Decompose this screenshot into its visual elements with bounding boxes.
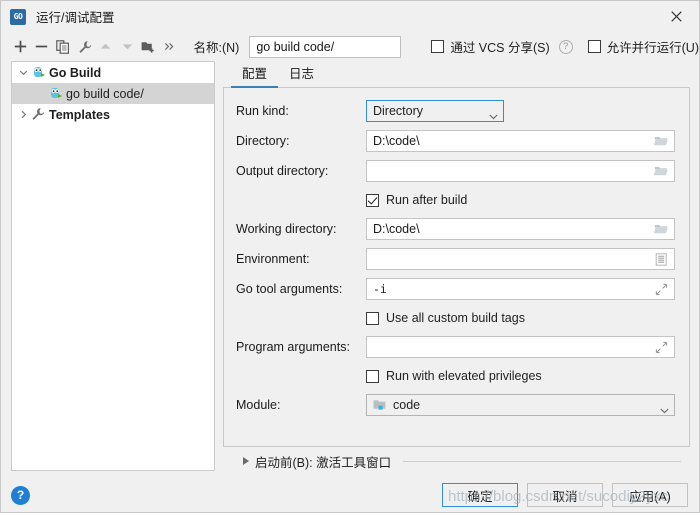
tree-item-templates[interactable]: Templates [12,104,214,125]
question-mark-icon[interactable]: ? [558,39,573,54]
expand-editor-icon[interactable] [653,339,670,355]
before-launch-section[interactable]: 启动前(B): 激活工具窗口 [223,447,690,475]
directory-row: Directory: D:\code\ [236,130,675,152]
title-bar: GO 运行/调试配置 [1,1,699,32]
tree-item-go-build-code[interactable]: go build code/ [12,83,214,104]
run-kind-combo[interactable]: Directory [366,100,504,122]
run-after-build-checkbox[interactable]: Run after build [366,190,675,210]
environment-label: Environment: [236,252,310,266]
working-directory-row: Working directory: D:\code\ [236,218,675,240]
configurations-tree[interactable]: Go Build go build code/ Templates [11,61,215,471]
tab-configuration[interactable]: 配置 [231,63,279,88]
go-tool-arguments-label: Go tool arguments: [236,282,343,296]
directory-input[interactable]: D:\code\ [366,130,675,152]
tree-item-go-build[interactable]: Go Build [12,62,214,83]
allow-parallel-run-label: 允许并行运行(U) [606,41,699,55]
environment-input[interactable] [366,248,675,270]
share-through-vcs-label: 通过 VCS 分享(S) [450,41,550,55]
go-tool-arguments-value: -i [373,282,387,296]
run-elevated-label: Run with elevated privileges [386,369,542,383]
tree-item-go-build-label: Go Build [49,65,102,80]
before-launch-divider [403,460,681,462]
program-arguments-input[interactable] [366,336,675,358]
output-directory-row: Output directory: [236,160,675,182]
chevron-down-icon [660,403,669,414]
help-icon[interactable]: ? [11,485,30,505]
plus-icon[interactable] [11,35,30,59]
program-arguments-label: Program arguments: [236,340,350,354]
triangle-right-icon[interactable] [243,457,249,465]
gopher-icon [48,86,63,101]
wrench-icon [31,107,46,122]
run-elevated-checkbox[interactable]: Run with elevated privileges [366,366,675,386]
tab-logs[interactable]: 日志 [278,63,325,87]
run-elevated-checkbox-box[interactable] [366,369,379,383]
folder-browse-icon[interactable] [653,163,670,179]
configuration-form: Run kind: Directory Directory: D:\code\ … [223,88,690,447]
module-value: code [393,398,421,412]
run-kind-value: Directory [373,104,424,118]
module-folder-icon [373,399,387,411]
ok-button[interactable]: 确定 [442,483,518,507]
configuration-name-input[interactable] [249,35,402,58]
use-custom-build-tags-label: Use all custom build tags [386,311,525,325]
allow-parallel-run-checkbox-box[interactable] [587,40,601,53]
run-after-build-label: Run after build [386,193,468,207]
module-combo[interactable]: code [366,394,675,416]
module-label: Module: [236,398,281,412]
configuration-name-label: 名称:(N) [193,41,240,55]
chevron-double-right-icon[interactable] [160,35,179,59]
directory-label: Directory: [236,134,290,148]
tree-item-templates-label: Templates [49,107,110,122]
folder-browse-icon[interactable] [653,133,670,149]
tree-item-go-build-code-label: go build code/ [66,86,144,101]
chevron-right-icon[interactable] [16,107,31,122]
dialog-footer: ? 确定 取消 应用(A) [1,475,699,515]
directory-value: D:\code\ [373,134,420,148]
arrow-up-icon[interactable] [96,35,115,59]
output-directory-input[interactable] [366,160,675,182]
run-kind-label: Run kind: [236,104,289,118]
chevron-down-icon [489,109,498,120]
wrench-icon[interactable] [75,35,94,59]
close-icon[interactable] [653,1,699,32]
apply-button[interactable]: 应用(A) [612,483,688,507]
use-custom-build-tags-checkbox-box[interactable] [366,311,379,325]
working-directory-label: Working directory: [236,222,337,236]
dialog-buttons: 确定 取消 应用(A) [442,483,688,507]
working-directory-input[interactable]: D:\code\ [366,218,675,240]
program-arguments-row: Program arguments: [236,336,675,358]
minus-icon[interactable] [32,35,51,59]
run-after-build-checkbox-box[interactable] [366,193,379,207]
arrow-down-icon[interactable] [118,35,137,59]
dialog-body: Go Build go build code/ Templates 配置 日志 … [1,61,699,475]
copy-icon[interactable] [54,35,73,59]
folder-add-icon[interactable] [139,35,158,59]
go-tool-arguments-row: Go tool arguments: -i [236,278,675,300]
list-editor-icon[interactable] [653,251,670,267]
module-row: Module: code [236,394,675,416]
gopher-icon [31,65,46,80]
window-title: 运行/调试配置 [36,11,115,25]
go-tool-arguments-input[interactable]: -i [366,278,675,300]
editor-tabs: 配置 日志 [223,61,690,88]
expand-editor-icon[interactable] [653,281,670,297]
run-debug-configurations-dialog: GO 运行/调试配置 名称:(N) go build code/ 通过 VCS … [0,0,700,513]
cancel-button[interactable]: 取消 [527,483,603,507]
share-through-vcs-checkbox-box[interactable] [431,40,445,53]
environment-row: Environment: [236,248,675,270]
configurations-toolbar: 名称:(N) 通过 VCS 分享(S) ? 允许并行运行(U) [1,32,699,61]
working-directory-value: D:\code\ [373,222,420,236]
share-through-vcs-checkbox[interactable]: 通过 VCS 分享(S) [431,37,550,56]
chevron-down-icon[interactable] [16,65,31,80]
configuration-editor: 配置 日志 Run kind: Directory Directory: D:\… [223,61,690,475]
run-kind-row: Run kind: Directory [236,100,675,122]
go-icon: GO [10,8,26,25]
use-custom-build-tags-checkbox[interactable]: Use all custom build tags [366,308,675,328]
before-launch-label: 启动前(B): 激活工具窗口 [255,455,392,470]
allow-parallel-run-checkbox[interactable]: 允许并行运行(U) [587,37,699,56]
output-directory-label: Output directory: [236,164,329,178]
folder-browse-icon[interactable] [653,221,670,237]
